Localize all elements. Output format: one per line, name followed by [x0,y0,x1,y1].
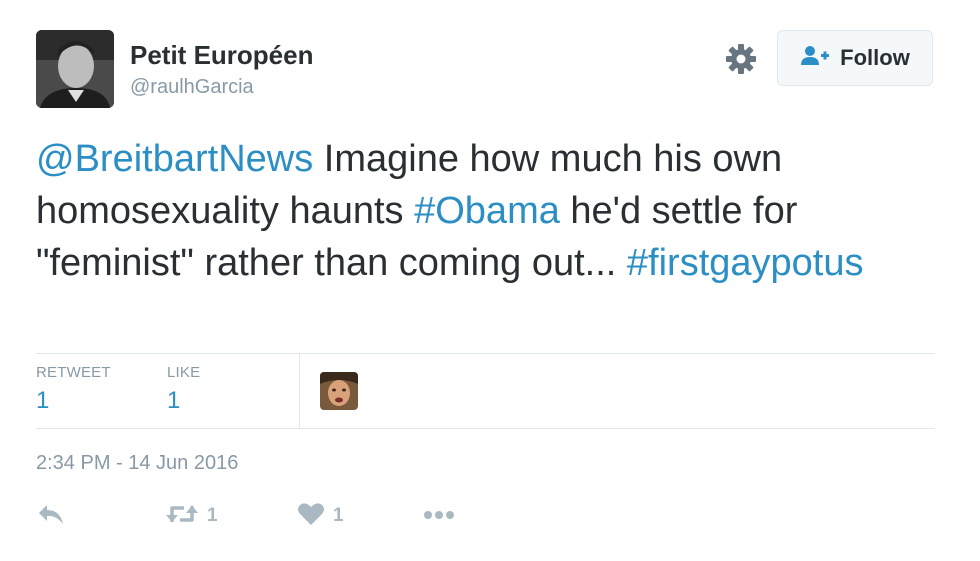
more-button[interactable] [423,500,455,532]
like-button[interactable]: 1 [297,500,344,532]
hashtag-link[interactable]: #firstgaypotus [627,242,864,284]
follow-button[interactable]: Follow [777,30,933,86]
follow-person-icon [800,45,830,72]
divider [299,353,300,428]
like-action-count: 1 [333,505,344,526]
like-stat-count: 1 [167,387,181,414]
gear-icon[interactable] [724,42,758,76]
heart-icon [297,502,325,531]
display-name[interactable]: Petit Européen [130,40,313,71]
hashtag-link[interactable]: #Obama [414,190,560,232]
timestamp[interactable]: 2:34 PM - 14 Jun 2016 [36,452,238,475]
liker-avatar[interactable] [320,372,358,410]
retweet-stat-label: RETWEET [36,364,111,381]
reply-icon [36,502,66,531]
retweet-stat-count: 1 [36,387,50,414]
retweet-button[interactable]: 1 [165,500,218,532]
follow-label: Follow [840,45,910,70]
divider [36,353,935,354]
tweet-text: @BreitbartNews Imagine how much his own … [36,133,936,289]
retweet-action-count: 1 [207,505,218,526]
avatar[interactable] [36,30,114,108]
reply-button[interactable] [36,500,66,532]
retweet-icon [165,502,199,531]
more-icon [423,507,455,525]
like-stat-label: LIKE [167,364,201,381]
user-handle[interactable]: @raulhGarcia [130,76,254,99]
mention-link[interactable]: @BreitbartNews [36,138,313,180]
retweet-stat[interactable]: RETWEET 1 [36,364,111,415]
divider [36,428,935,429]
like-stat[interactable]: LIKE 1 [167,364,200,415]
